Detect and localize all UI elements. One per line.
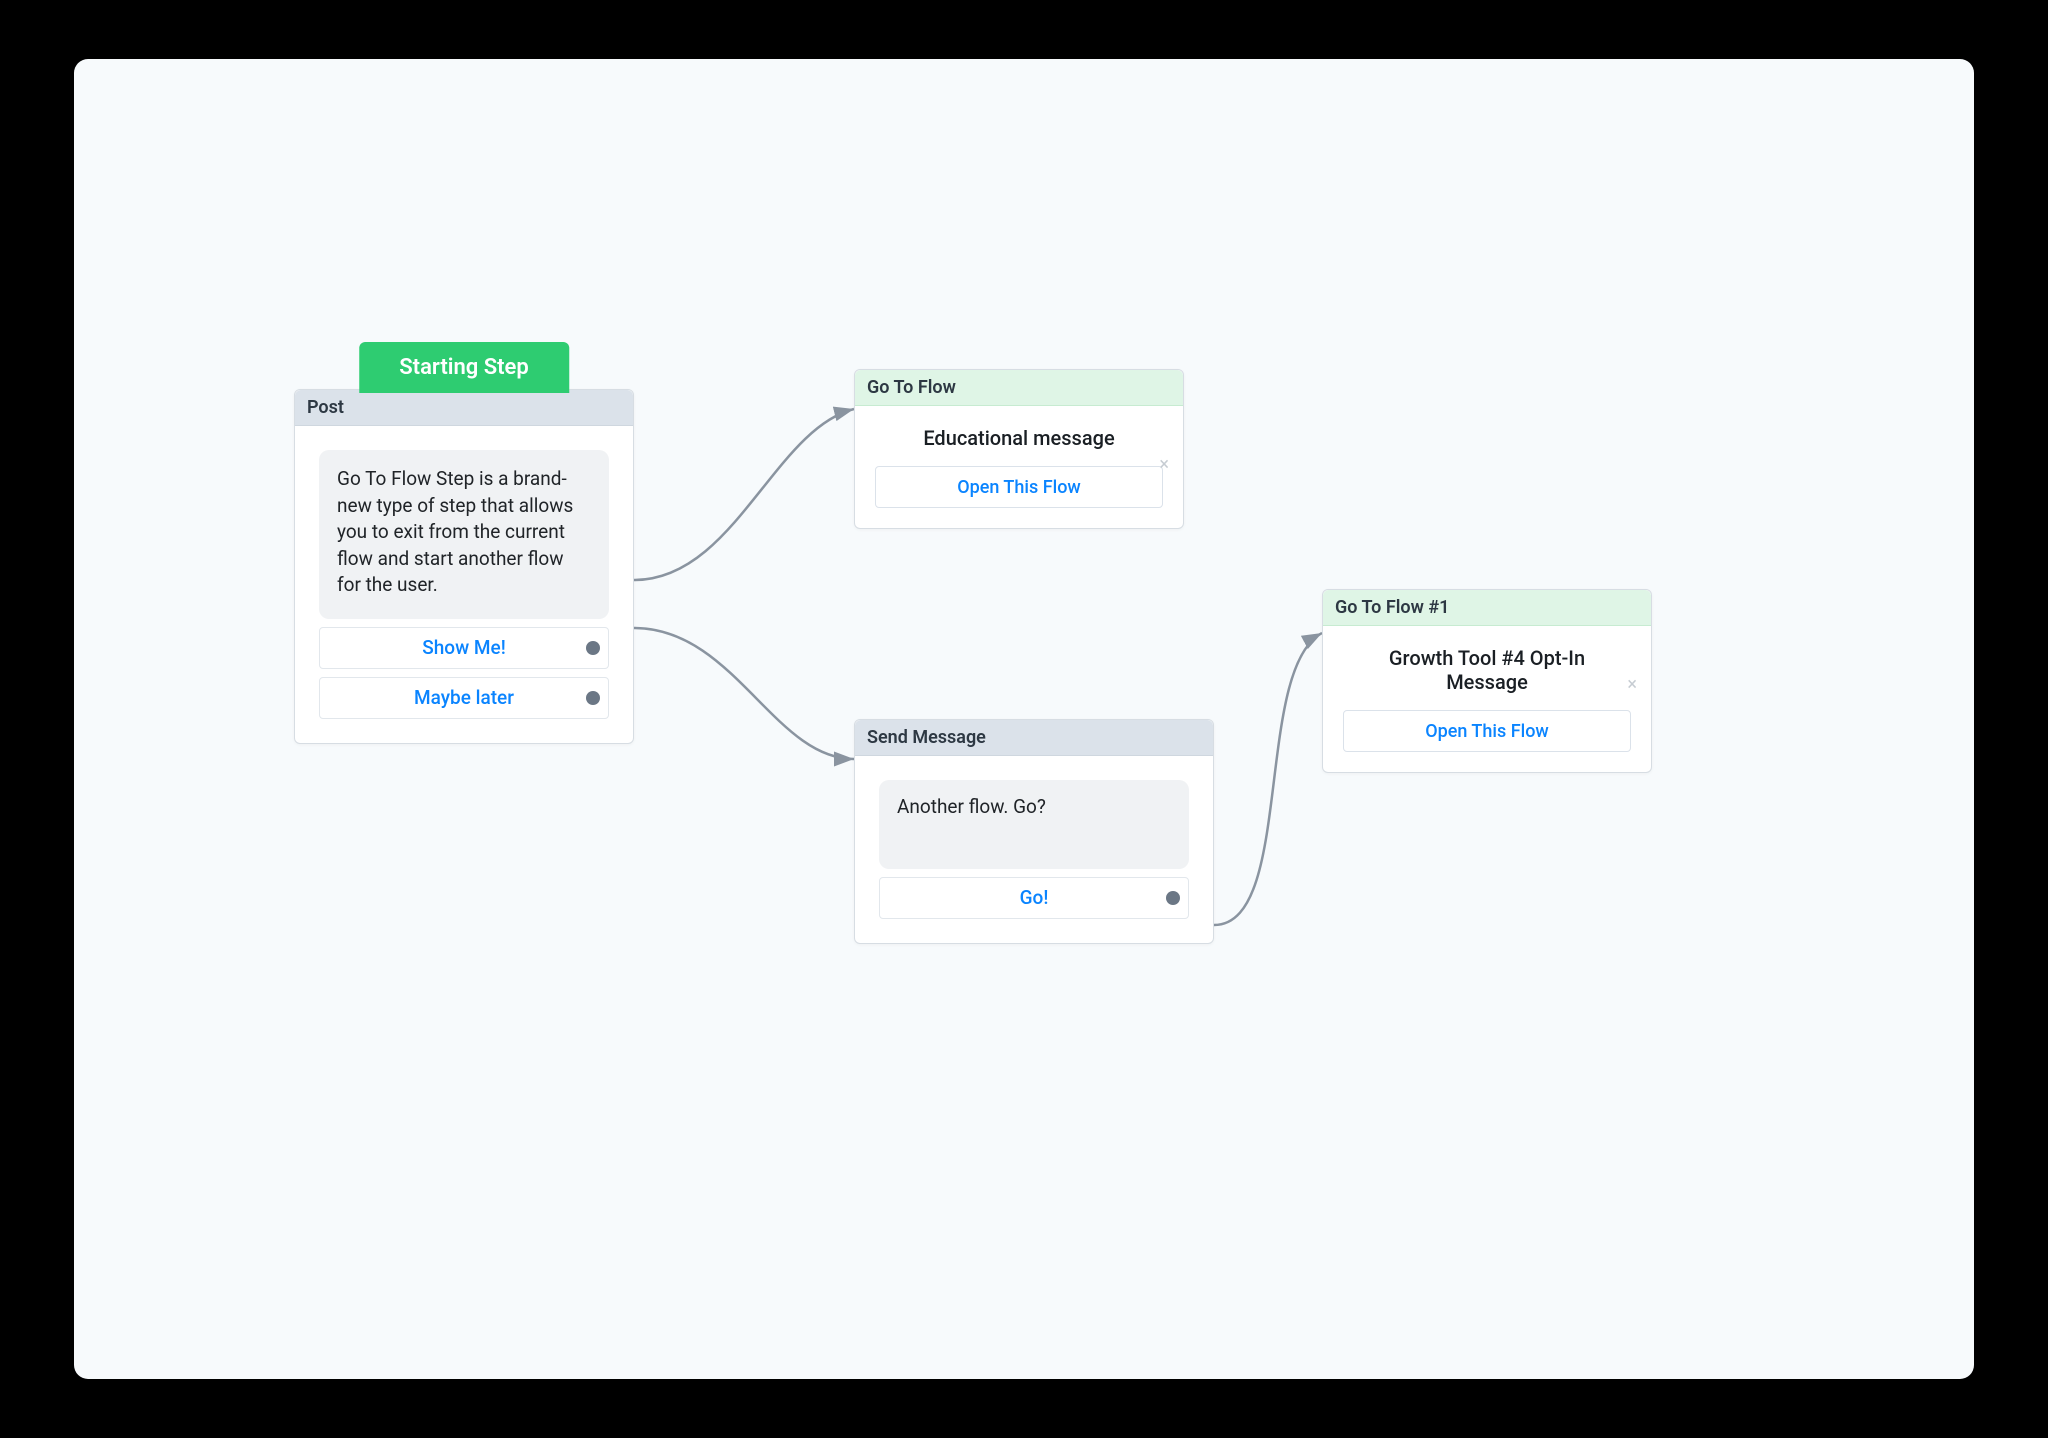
send-message-bubble: Another flow. Go? xyxy=(879,780,1189,869)
goto1-flow-name: Educational message xyxy=(875,426,1163,450)
node-post-header: Post xyxy=(295,390,633,426)
node-send-message[interactable]: Send Message Another flow. Go? Go! xyxy=(854,719,1214,944)
node-send-header: Send Message xyxy=(855,720,1213,756)
port-go[interactable] xyxy=(1166,891,1180,905)
post-message-bubble: Go To Flow Step is a brand-new type of s… xyxy=(319,450,609,619)
choice-show-me[interactable]: Show Me! xyxy=(319,627,609,669)
close-icon[interactable]: × xyxy=(1159,456,1169,474)
choice-go[interactable]: Go! xyxy=(879,877,1189,919)
flow-canvas[interactable]: Starting Step Post Go To Flow Step is a … xyxy=(74,59,1974,1379)
node-goto-flow-1-header: Go To Flow #1 xyxy=(1323,590,1651,626)
port-maybe-later[interactable] xyxy=(586,691,600,705)
edge-go-to-goto2 xyxy=(1214,633,1322,925)
choice-maybe-later[interactable]: Maybe later xyxy=(319,677,609,719)
choice-maybe-later-label: Maybe later xyxy=(414,686,514,709)
edge-maybelater-to-send xyxy=(634,628,854,759)
edge-showme-to-goto1 xyxy=(634,409,854,580)
node-goto-flow-header: Go To Flow xyxy=(855,370,1183,406)
close-icon[interactable]: × xyxy=(1627,676,1637,694)
open-flow-button-2[interactable]: Open This Flow xyxy=(1343,710,1631,752)
starting-step-tag: Starting Step xyxy=(359,342,569,393)
choice-go-label: Go! xyxy=(1020,886,1049,909)
open-flow-button-1[interactable]: Open This Flow xyxy=(875,466,1163,508)
port-show-me[interactable] xyxy=(586,641,600,655)
goto2-flow-name: Growth Tool #4 Opt-In Message xyxy=(1343,646,1631,694)
node-goto-flow[interactable]: Go To Flow × Educational message Open Th… xyxy=(854,369,1184,529)
node-post[interactable]: Starting Step Post Go To Flow Step is a … xyxy=(294,389,634,744)
node-goto-flow-1[interactable]: Go To Flow #1 × Growth Tool #4 Opt-In Me… xyxy=(1322,589,1652,773)
choice-show-me-label: Show Me! xyxy=(422,636,506,659)
